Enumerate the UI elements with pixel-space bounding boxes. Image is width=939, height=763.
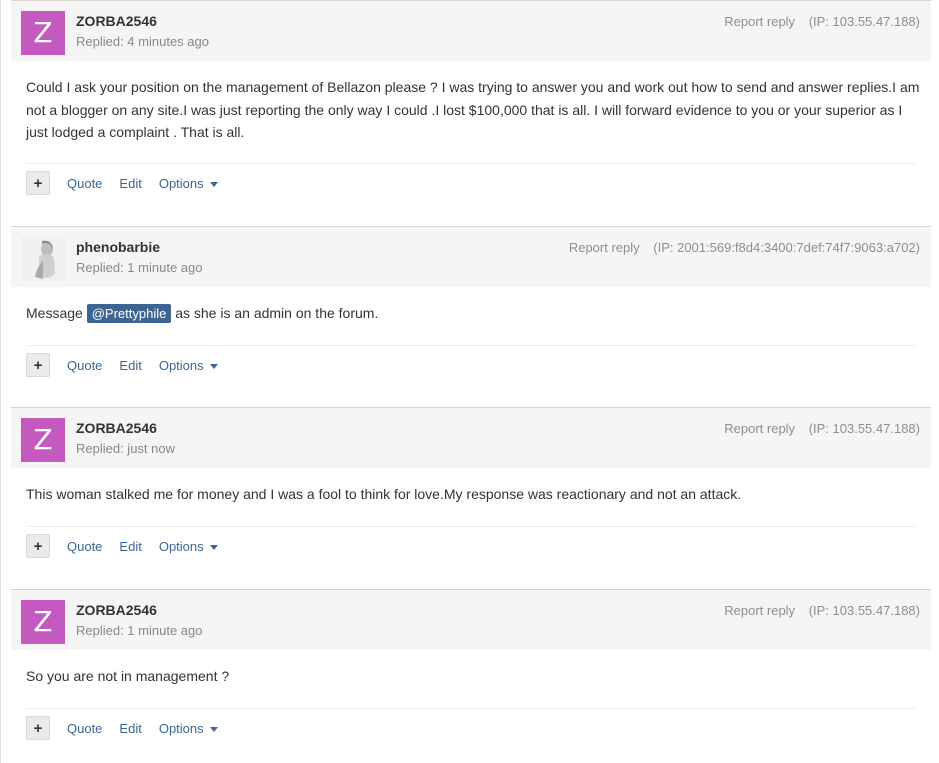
post-meta: Report reply (IP: 103.55.47.188): [724, 421, 920, 436]
report-reply-link[interactable]: Report reply: [569, 240, 640, 255]
options-label: Options: [158, 175, 204, 191]
avatar[interactable]: [21, 237, 65, 281]
options-button[interactable]: Options: [159, 176, 218, 191]
post-body: This woman stalked me for money and I wa…: [26, 486, 742, 502]
post-meta: Report reply (IP: 103.55.47.188): [724, 603, 920, 618]
report-reply-link[interactable]: Report reply: [724, 603, 795, 618]
options-button[interactable]: Options: [159, 539, 218, 554]
post-meta: Report reply (IP: 103.55.47.188): [724, 14, 920, 29]
report-reply-link[interactable]: Report reply: [724, 14, 795, 29]
options-button[interactable]: Options: [159, 358, 218, 373]
user-photo-icon: [21, 237, 65, 281]
report-reply-link[interactable]: Report reply: [724, 421, 795, 436]
ip-address: (IP: 103.55.47.188): [808, 14, 920, 29]
chevron-down-icon: [209, 726, 218, 732]
author-name[interactable]: phenobarbie: [76, 239, 160, 255]
options-button[interactable]: Options: [159, 721, 218, 736]
post-header: phenobarbie Replied: 1 minute ago Report…: [11, 226, 931, 287]
options-label: Options: [158, 357, 204, 373]
post-body: Message @Prettyphile as she is an admin …: [26, 302, 921, 325]
plus-icon[interactable]: +: [26, 534, 50, 558]
plus-icon[interactable]: +: [26, 716, 50, 740]
author-name[interactable]: ZORBA2546: [76, 602, 157, 618]
plus-icon[interactable]: +: [26, 353, 50, 377]
quote-button[interactable]: Quote: [67, 721, 102, 736]
body-text: Message: [26, 305, 83, 321]
post-actions: + Quote Edit Options: [26, 716, 235, 740]
reply-post: Z ZORBA2546 Replied: 1 minute ago Report…: [11, 589, 931, 763]
divider: [26, 163, 915, 164]
quote-button[interactable]: Quote: [67, 358, 102, 373]
edit-button[interactable]: Edit: [119, 176, 141, 191]
reply-post: phenobarbie Replied: 1 minute ago Report…: [11, 226, 931, 407]
reply-post: Z ZORBA2546 Replied: just now Report rep…: [11, 407, 931, 589]
post-actions: + Quote Edit Options: [26, 534, 235, 558]
options-label: Options: [158, 538, 204, 554]
reply-timestamp: Replied: 1 minute ago: [76, 623, 203, 638]
options-label: Options: [158, 720, 204, 736]
divider: [26, 708, 915, 709]
body-text: as she is an admin on the forum.: [175, 305, 379, 321]
reply-timestamp: Replied: 4 minutes ago: [76, 34, 209, 49]
post-header: Z ZORBA2546 Replied: 4 minutes ago Repor…: [11, 0, 931, 61]
post-actions: + Quote Edit Options: [26, 353, 235, 377]
post-actions: + Quote Edit Options: [26, 171, 235, 195]
divider: [26, 526, 915, 527]
edit-button[interactable]: Edit: [119, 539, 141, 554]
reply-timestamp: Replied: just now: [76, 441, 175, 456]
quote-button[interactable]: Quote: [67, 539, 102, 554]
post-header: Z ZORBA2546 Replied: just now Report rep…: [11, 407, 931, 468]
avatar[interactable]: Z: [21, 600, 65, 644]
quote-button[interactable]: Quote: [67, 176, 102, 191]
edit-button[interactable]: Edit: [119, 721, 141, 736]
avatar[interactable]: Z: [21, 11, 65, 55]
avatar[interactable]: Z: [21, 418, 65, 462]
post-header: Z ZORBA2546 Replied: 1 minute ago Report…: [11, 589, 931, 650]
edit-button[interactable]: Edit: [119, 358, 141, 373]
reply-thread: Z ZORBA2546 Replied: 4 minutes ago Repor…: [0, 0, 939, 763]
chevron-down-icon: [209, 544, 218, 550]
post-body: Could I ask your position on the managem…: [26, 79, 920, 140]
author-name[interactable]: ZORBA2546: [76, 13, 157, 29]
post-body: So you are not in management ?: [26, 668, 230, 684]
author-name[interactable]: ZORBA2546: [76, 420, 157, 436]
ip-address: (IP: 103.55.47.188): [808, 603, 920, 618]
reply-post: Z ZORBA2546 Replied: 4 minutes ago Repor…: [11, 0, 931, 226]
post-meta: Report reply (IP: 2001:569:f8d4:3400:7de…: [569, 240, 920, 255]
chevron-down-icon: [209, 181, 218, 187]
plus-icon[interactable]: +: [26, 171, 50, 195]
chevron-down-icon: [209, 363, 218, 369]
mention-link[interactable]: @Prettyphile: [86, 304, 172, 323]
ip-address: (IP: 2001:569:f8d4:3400:7def:74f7:9063:a…: [653, 240, 920, 255]
divider: [26, 345, 915, 346]
ip-address: (IP: 103.55.47.188): [808, 421, 920, 436]
reply-timestamp: Replied: 1 minute ago: [76, 260, 203, 275]
